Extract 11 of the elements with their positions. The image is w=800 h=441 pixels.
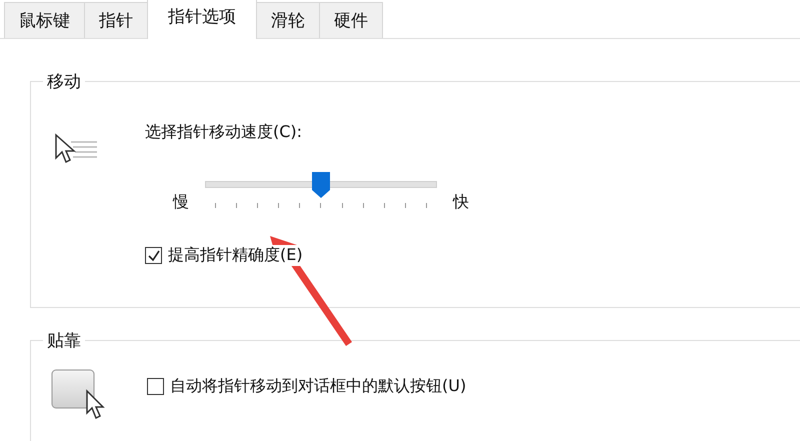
- tab[interactable]: 硬件: [319, 2, 383, 38]
- tab[interactable]: 指针: [84, 2, 148, 38]
- tab[interactable]: 指针选项: [147, 0, 257, 39]
- slow-label: 慢: [173, 192, 189, 212]
- tab[interactable]: 鼠标键: [4, 2, 85, 38]
- tab[interactable]: 滑轮: [256, 2, 320, 38]
- slider-thumb[interactable]: [311, 171, 331, 199]
- fast-label: 快: [453, 192, 469, 212]
- precision-checkbox[interactable]: 提高指针精确度(E): [145, 245, 469, 266]
- check-icon: [146, 248, 160, 262]
- speed-label: 选择指针移动速度(C):: [145, 122, 304, 143]
